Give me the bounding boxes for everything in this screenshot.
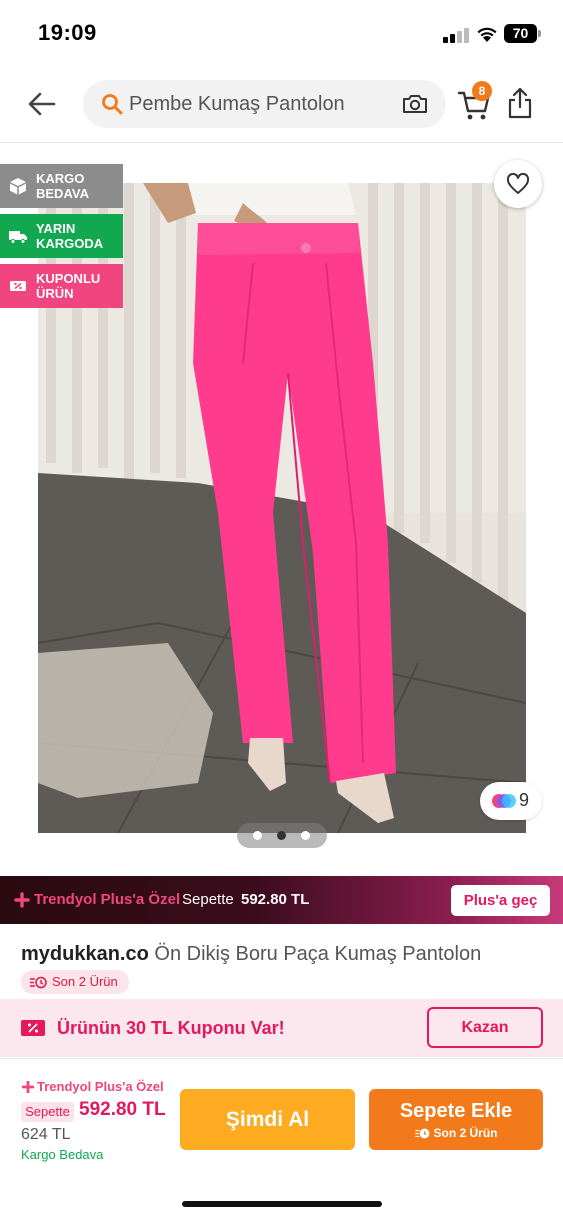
image-pager[interactable] [237,823,327,848]
product-title: mydukkan.co Ön Dikiş Boru Paça Kumaş Pan… [21,943,481,966]
sepette-tag: Sepette [21,1102,74,1122]
color-variants-button[interactable]: 9 [480,782,542,820]
status-time: 19:09 [38,20,97,45]
clock-icon [415,1128,430,1139]
bottom-plus-label: Trendyol Plus'a Özel [21,1079,164,1094]
clock-icon [30,976,47,989]
plus-title: Trendyol Plus'a Özel [34,891,181,908]
back-arrow-icon[interactable] [24,86,60,122]
truck-icon [9,231,27,244]
share-icon[interactable] [506,86,534,120]
add-to-cart-stock: Son 2 Ürün [369,1126,543,1140]
box-icon [10,178,26,195]
cellular-signal-icon [443,27,469,43]
search-query-text: Pembe Kumaş Pantolon [129,93,345,115]
plus-price: 592.80 TL [241,891,310,908]
battery-icon: 70 [504,24,537,43]
free-shipping-badge: KARGO BEDAVA [0,164,123,208]
favorite-button[interactable] [494,160,542,208]
bottom-purchase-bar: Trendyol Plus'a Özel Sepette 592.80 TL 6… [0,1058,563,1218]
pager-dot[interactable] [301,831,310,840]
next-day-badge: YARIN KARGODA [0,214,123,258]
plus-banner: Trendyol Plus'a Özel Sepette 592.80 TL P… [0,876,563,924]
low-stock-label: Son 2 Ürün [52,974,118,989]
camera-search-icon[interactable] [401,92,429,116]
status-bar: 19:09 70 [0,0,563,66]
home-indicator[interactable] [182,1201,382,1207]
claim-coupon-button[interactable]: Kazan [427,1007,543,1048]
wifi-icon [477,27,497,42]
bottom-plus-text: Trendyol Plus'a Özel [37,1079,164,1094]
free-shipping-label: KARGO BEDAVA [36,171,89,201]
top-navigation: Pembe Kumaş Pantolon [0,66,563,143]
coupon-icon [10,281,26,291]
plus-price-bottom: 592.80 TL [79,1099,166,1120]
coupon-ticket-icon [21,1020,45,1036]
regular-price: 624 TL [21,1126,71,1143]
low-stock-badge: Son 2 Ürün [21,970,129,994]
heart-icon [506,173,530,194]
plus-icon [21,1080,35,1094]
buy-now-button[interactable]: Şimdi Al [180,1089,355,1150]
search-bar[interactable]: Pembe Kumaş Pantolon [83,80,446,128]
pager-dot[interactable] [253,831,262,840]
next-day-label: YARIN KARGODA [36,221,104,251]
plus-sepette-label: Sepette [182,891,234,908]
product-name: Ön Dikiş Boru Paça Kumaş Pantolon [154,943,482,965]
coupon-badge: KUPONLU ÜRÜN [0,264,123,308]
plus-join-button[interactable]: Plus'a geç [451,885,550,916]
coupon-label: KUPONLU ÜRÜN [36,271,101,301]
cart-count-badge: 8 [472,81,492,101]
pager-dot-active[interactable] [277,831,286,840]
add-to-cart-stock-text: Son 2 Ürün [433,1126,498,1140]
coupon-section: Ürünün 30 TL Kuponu Var! Kazan [0,999,563,1057]
free-shipping-text: Kargo Bedava [21,1147,104,1162]
color-circles-icon [492,794,516,808]
battery-cap [538,30,541,37]
coupon-text: Ürünün 30 TL Kuponu Var! [57,1018,285,1038]
add-to-cart-label: Sepete Ekle [399,1100,513,1122]
color-count-value: 9 [519,790,530,810]
add-to-cart-button[interactable]: Sepete Ekle Son 2 Ürün [369,1089,543,1150]
brand-name[interactable]: mydukkan.co [21,943,149,965]
search-icon [102,94,123,115]
plus-icon [14,892,30,908]
